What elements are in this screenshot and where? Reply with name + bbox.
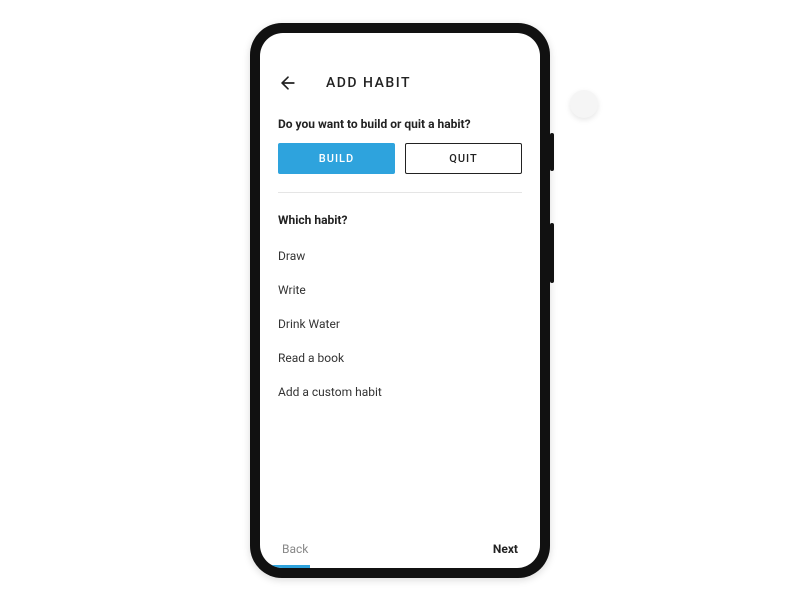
toggle-group: BUILD QUIT xyxy=(278,143,522,174)
quit-button[interactable]: QUIT xyxy=(405,143,522,174)
cursor-indicator-icon xyxy=(570,90,598,118)
page-title: ADD HABIT xyxy=(326,75,411,91)
divider xyxy=(278,192,522,193)
progress-bar xyxy=(260,565,310,568)
footer-next-button[interactable]: Next xyxy=(493,542,518,556)
app-header: ADD HABIT xyxy=(278,73,522,93)
habit-list: Draw Write Drink Water Read a book Add a… xyxy=(278,239,522,532)
question-build-or-quit: Do you want to build or quit a habit? xyxy=(278,117,522,131)
footer-back-button[interactable]: Back xyxy=(282,542,308,556)
back-arrow-icon[interactable] xyxy=(278,73,298,93)
habit-item-drink-water[interactable]: Drink Water xyxy=(278,307,522,341)
habit-item-add-custom[interactable]: Add a custom habit xyxy=(278,375,522,409)
phone-frame: ADD HABIT Do you want to build or quit a… xyxy=(250,23,550,578)
habit-item-read-a-book[interactable]: Read a book xyxy=(278,341,522,375)
phone-volume-button xyxy=(550,223,554,283)
build-button[interactable]: BUILD xyxy=(278,143,395,174)
footer-nav: Back Next xyxy=(278,532,522,558)
habit-item-write[interactable]: Write xyxy=(278,273,522,307)
app-screen: ADD HABIT Do you want to build or quit a… xyxy=(260,33,540,568)
habit-item-draw[interactable]: Draw xyxy=(278,239,522,273)
question-which-habit: Which habit? xyxy=(278,213,522,227)
phone-power-button xyxy=(550,133,554,171)
